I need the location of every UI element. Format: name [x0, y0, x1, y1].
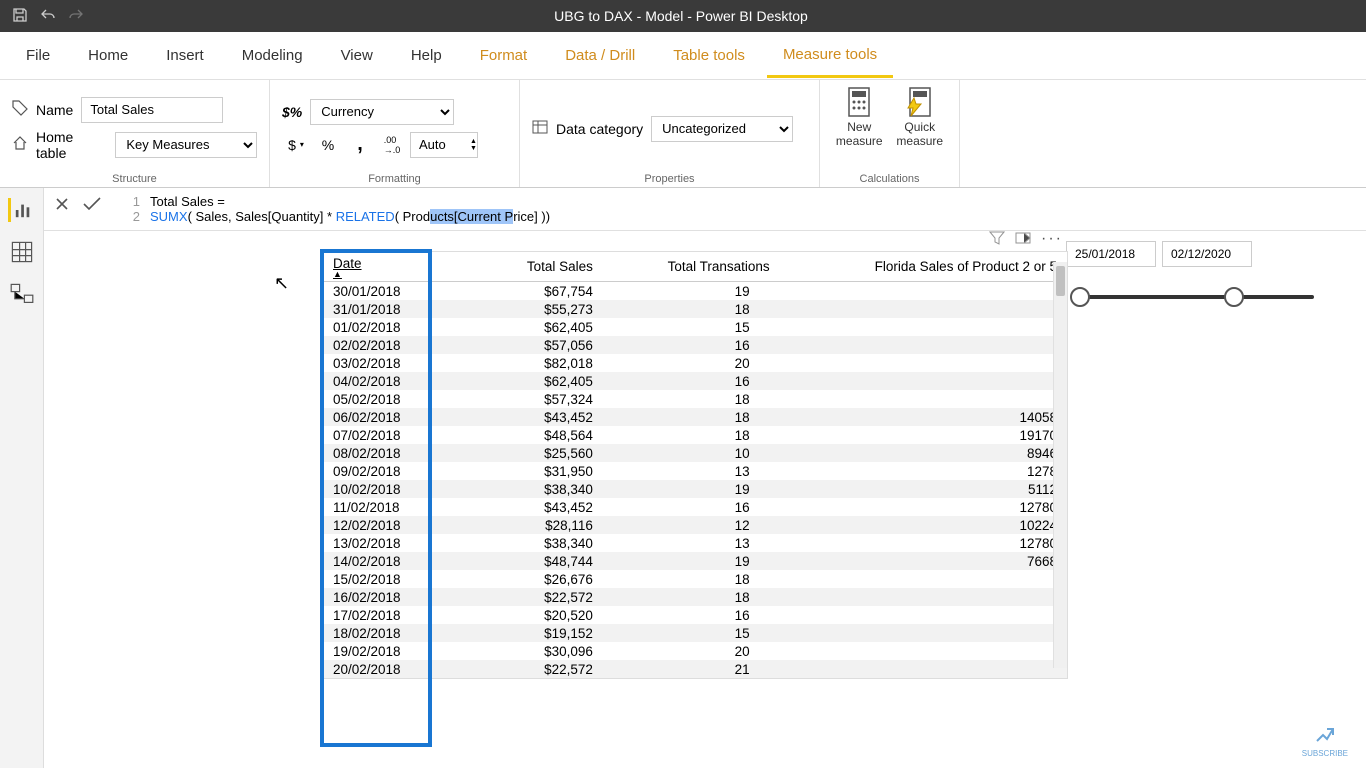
quick-measure-button[interactable]: Quick measure [893, 86, 948, 148]
sort-asc-icon: ▲ [333, 271, 460, 277]
table-visual[interactable]: ··· Date▲ Total Sales Total Transations … [322, 251, 1068, 679]
table-row[interactable]: 09/02/2018$31,950131278 [323, 462, 1067, 480]
formula-cancel-icon[interactable] [54, 196, 70, 215]
col-florida-sales[interactable]: Florida Sales of Product 2 or 5 [780, 252, 1067, 282]
table-row[interactable]: 06/02/2018$43,4521814058 [323, 408, 1067, 426]
report-canvas[interactable]: ↖ ··· [44, 231, 1366, 768]
titlebar: UBG to DAX - Model - Power BI Desktop [0, 0, 1366, 32]
measure-name-input[interactable] [81, 97, 223, 123]
formula-text[interactable]: 1Total Sales = 2SUMX( Sales, Sales[Quant… [122, 194, 1356, 224]
slicer-from-input[interactable] [1066, 241, 1156, 267]
formula-commit-icon[interactable] [82, 196, 102, 215]
table-row[interactable]: 19/02/2018$30,09620 [323, 642, 1067, 660]
home-table-select[interactable]: Key Measures [115, 132, 257, 158]
redo-icon[interactable] [68, 7, 84, 26]
tab-table-tools[interactable]: Table tools [657, 35, 761, 76]
table-row[interactable]: 08/02/2018$25,560108946 [323, 444, 1067, 462]
tab-insert[interactable]: Insert [150, 35, 220, 76]
slicer-handle-left[interactable] [1070, 287, 1090, 307]
table-row[interactable]: 31/01/2018$55,27318 [323, 300, 1067, 318]
tab-home[interactable]: Home [72, 35, 144, 76]
thousands-button[interactable]: , [346, 131, 374, 159]
more-options-icon[interactable]: ··· [1041, 231, 1063, 251]
focus-mode-icon[interactable] [1015, 231, 1031, 251]
ribbon: Name Home table Key Measures Structure $… [0, 80, 1366, 188]
table-row[interactable]: 11/02/2018$43,4521612780 [323, 498, 1067, 516]
table-row[interactable]: 30/01/2018$67,75419 [323, 282, 1067, 301]
group-label-formatting: Formatting [282, 171, 507, 185]
date-slicer[interactable] [1066, 241, 1326, 307]
group-label-calculations: Calculations [832, 171, 947, 185]
undo-icon[interactable] [40, 7, 56, 26]
table-row[interactable]: 17/02/2018$20,52016 [323, 606, 1067, 624]
tab-file[interactable]: File [10, 35, 66, 76]
quick-calculator-icon [904, 86, 936, 118]
calculator-icon [843, 86, 875, 118]
view-sidebar [0, 188, 44, 768]
tab-format[interactable]: Format [464, 35, 544, 76]
name-label: Name [36, 102, 73, 118]
tag-icon [12, 100, 28, 119]
col-total-transactions[interactable]: Total Transations [603, 252, 780, 282]
format-select[interactable]: Currency [310, 99, 454, 125]
subscribe-watermark: SUBSCRIBE [1302, 725, 1348, 758]
table-row[interactable]: 14/02/2018$48,744197668 [323, 552, 1067, 570]
table-row[interactable]: 18/02/2018$19,15215 [323, 624, 1067, 642]
group-label-structure: Structure [12, 171, 257, 185]
table-row[interactable]: 12/02/2018$28,1161210224 [323, 516, 1067, 534]
tab-help[interactable]: Help [395, 35, 458, 76]
table-row[interactable]: 01/02/2018$62,40515 [323, 318, 1067, 336]
new-measure-button[interactable]: New measure [832, 86, 887, 148]
table-row[interactable]: 15/02/2018$26,67618 [323, 570, 1067, 588]
home-icon [12, 135, 28, 154]
table-row[interactable]: 03/02/2018$82,01820 [323, 354, 1067, 372]
tab-modeling[interactable]: Modeling [226, 35, 319, 76]
category-icon [532, 119, 548, 138]
currency-button[interactable]: $ ▾ [282, 131, 310, 159]
formula-bar[interactable]: 1Total Sales = 2SUMX( Sales, Sales[Quant… [44, 188, 1366, 231]
data-view-icon[interactable] [10, 240, 34, 264]
format-icon: $% [282, 104, 302, 120]
data-category-label: Data category [556, 121, 643, 137]
table-scrollbar[interactable] [1053, 262, 1067, 668]
tab-view[interactable]: View [325, 35, 389, 76]
table-row[interactable]: 20/02/2018$22,57221 [323, 660, 1067, 678]
cursor-icon: ↖ [274, 273, 289, 294]
table-row[interactable]: 05/02/2018$57,32418 [323, 390, 1067, 408]
workspace: 1Total Sales = 2SUMX( Sales, Sales[Quant… [44, 188, 1366, 768]
filter-icon[interactable] [989, 231, 1005, 251]
table-row[interactable]: 02/02/2018$57,05616 [323, 336, 1067, 354]
report-view-icon[interactable] [8, 198, 32, 222]
data-category-select[interactable]: Uncategorized [651, 116, 793, 142]
table-row[interactable]: 13/02/2018$38,3401312780 [323, 534, 1067, 552]
slicer-rail [1078, 295, 1314, 299]
slicer-handle-right[interactable] [1224, 287, 1244, 307]
model-view-icon[interactable] [10, 282, 34, 306]
col-date[interactable]: Date▲ [323, 252, 470, 282]
table-row[interactable]: 10/02/2018$38,340195112 [323, 480, 1067, 498]
tab-measure-tools[interactable]: Measure tools [767, 34, 893, 78]
decimals-down-icon[interactable]: ▼ [470, 145, 477, 152]
ribbon-tabs: File Home Insert Modeling View Help Form… [0, 32, 1366, 80]
decimals-input[interactable] [410, 132, 478, 158]
table-row[interactable]: 16/02/2018$22,57218 [323, 588, 1067, 606]
table-row[interactable]: 04/02/2018$62,40516 [323, 372, 1067, 390]
group-label-properties: Properties [532, 171, 807, 185]
table-row[interactable]: 07/02/2018$48,5641819170 [323, 426, 1067, 444]
decimals-up-icon[interactable]: ▲ [470, 138, 477, 145]
save-icon[interactable] [12, 7, 28, 26]
slicer-to-input[interactable] [1162, 241, 1252, 267]
col-total-sales[interactable]: Total Sales [470, 252, 603, 282]
tab-data-drill[interactable]: Data / Drill [549, 35, 651, 76]
decrease-decimals-icon[interactable]: .00→.0 [378, 131, 406, 159]
window-title: UBG to DAX - Model - Power BI Desktop [96, 8, 1266, 24]
percent-button[interactable]: % [314, 131, 342, 159]
home-table-label: Home table [36, 129, 107, 161]
